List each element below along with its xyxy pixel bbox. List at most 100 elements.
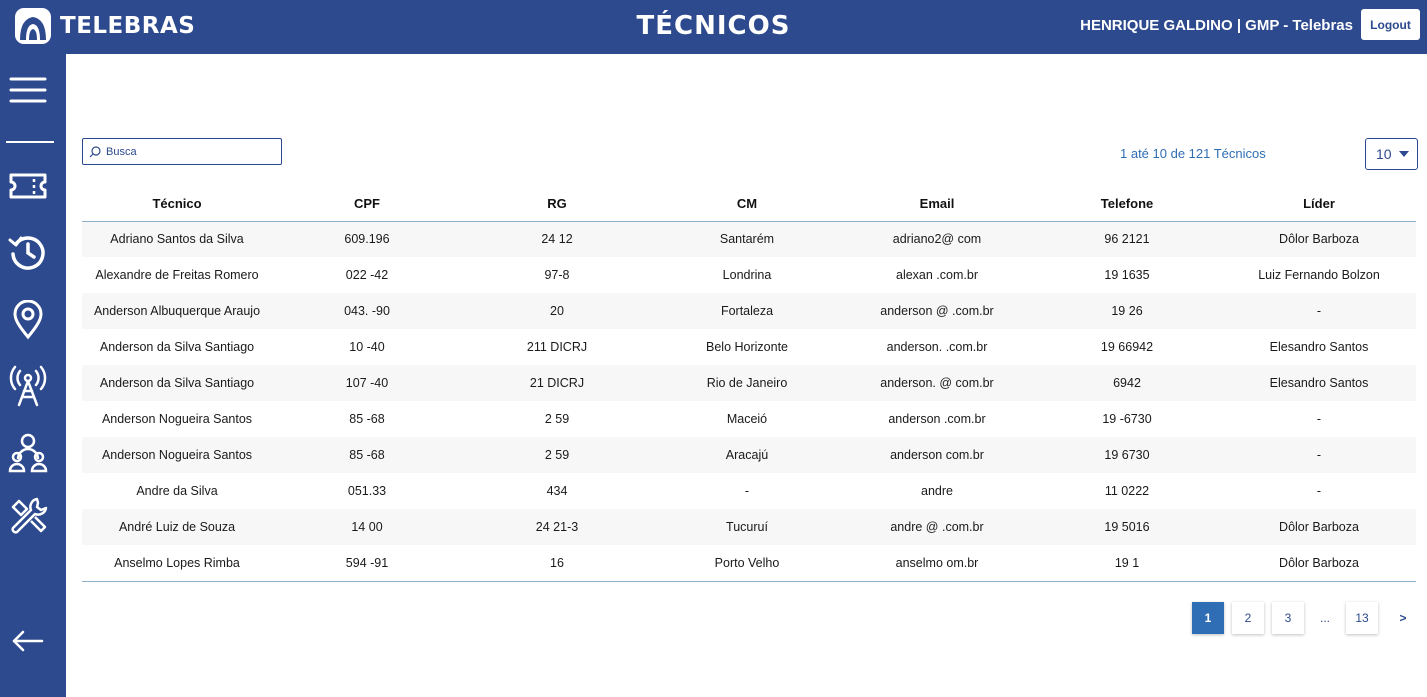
table-row[interactable]: Anderson Nogueira Santos 85 -68 2 59 Maceió… <box>82 401 1416 437</box>
cell-tecnico: Anselmo Lopes Rimba <box>82 545 272 582</box>
cell-telefone: 19 6730 <box>1032 437 1222 473</box>
cell-cpf: 85 -68 <box>349 412 385 426</box>
logout-button[interactable]: Logout <box>1361 9 1420 40</box>
table-row[interactable]: Anderson Albuquerque Araujo 043. -90 20 For… <box>82 293 1416 329</box>
column-header-cm[interactable]: CM <box>652 186 842 222</box>
cell-tecnico: Anderson da Silva Santiago <box>99 340 255 354</box>
column-header-lider[interactable]: Líder <box>1222 186 1416 222</box>
table-row[interactable]: Anselmo Lopes Rimba 594 -91 16 Porto Velho a… <box>82 545 1416 582</box>
cell-telefone: 19 1635 <box>1104 268 1150 282</box>
column-header-telefone[interactable]: Telefone <box>1032 186 1222 222</box>
cell-tecnico: Anderson Nogueira Santos <box>101 412 253 426</box>
cell-cm: Aracajú <box>652 437 842 473</box>
arrow-left-icon[interactable] <box>6 619 50 663</box>
sidebar-divider <box>6 141 54 143</box>
results-range: 1 até 10 de 121 Técnicos <box>1120 146 1266 161</box>
column-header-rg[interactable]: RG <box>462 186 652 222</box>
page-button-1[interactable]: 1 <box>1192 602 1224 634</box>
cell-cm: Tucuruí <box>652 509 842 545</box>
cell-cpf: 051.33 <box>347 484 387 498</box>
cell-tecnico: Anderson Albuquerque Araujo <box>82 293 272 329</box>
table-row[interactable]: Adriano Santos da Silva 609.196 24 12 Santa… <box>82 221 1416 257</box>
antenna-icon[interactable] <box>6 364 50 408</box>
cell-cm: Fortaleza <box>652 293 842 329</box>
cell-telefone: 19 1 <box>1032 545 1222 582</box>
page-button-13[interactable]: 13 <box>1346 602 1378 634</box>
tools-icon[interactable] <box>6 494 50 538</box>
table-body: Adriano Santos da Silva 609.196 24 12 Santa… <box>82 221 1416 582</box>
cell-email: andre @ .com.br <box>842 509 1032 545</box>
table-row[interactable]: Andre da Silva 051.33 434 - andre 11 0222 - <box>82 473 1416 509</box>
cell-lider: Dôlor Barboza <box>1222 545 1416 582</box>
caret-down-icon <box>1399 151 1409 157</box>
cell-cm: Porto Velho <box>652 545 842 582</box>
column-header-tecnico[interactable]: Técnico <box>82 186 272 222</box>
search-box[interactable] <box>82 138 282 165</box>
cell-email: alexan .com.br <box>896 268 978 282</box>
cell-email: adriano2@ com <box>842 221 1032 257</box>
cell-tecnico: André Luiz de Souza <box>82 509 272 545</box>
ticket-icon[interactable] <box>6 164 50 208</box>
cell-rg: 211 DICRJ <box>526 340 588 354</box>
brand-name: TELEBRAS <box>60 13 196 39</box>
cell-lider: Luiz Fernando Bolzon <box>1258 268 1380 282</box>
table-header-row: Técnico CPF RG CM Email Telefone Líder <box>82 186 1416 222</box>
cell-rg: 97-8 <box>544 268 570 282</box>
page-button-2[interactable]: 2 <box>1232 602 1264 634</box>
cell-cm: Santarém <box>652 221 842 257</box>
cell-lider: - <box>1316 484 1322 498</box>
cell-email: andre <box>921 484 953 498</box>
cell-tecnico: Adriano Santos da Silva <box>82 221 272 257</box>
cell-telefone: 96 2121 <box>1032 221 1222 257</box>
cell-email: anderson com.br <box>842 437 1032 473</box>
sidebar <box>0 54 66 697</box>
cell-lider: Dôlor Barboza <box>1222 221 1416 257</box>
cell-cpf: 022 -42 <box>345 268 389 282</box>
cell-lider: Dôlor Barboza <box>1222 509 1416 545</box>
cell-tecnico: Anderson Nogueira Santos <box>82 437 272 473</box>
next-page-button[interactable]: > <box>1387 602 1419 634</box>
table-row[interactable]: Anderson da Silva Santiago 107 -40 21 DICR… <box>82 365 1416 401</box>
cell-telefone: 6942 <box>1032 365 1222 401</box>
cell-rg: 2 59 <box>544 412 570 426</box>
brand[interactable]: TELEBRAS <box>14 7 195 45</box>
user-label: HENRIQUE GALDINO | GMP - Telebras <box>1080 17 1353 34</box>
cell-email: anselmo om.br <box>842 545 1032 582</box>
cell-email: anderson. @ com.br <box>842 365 1032 401</box>
search-icon <box>89 145 101 157</box>
column-header-email[interactable]: Email <box>842 186 1032 222</box>
cell-email: anderson. .com.br <box>886 340 988 354</box>
table-row[interactable]: André Luiz de Souza 14 00 24 21-3 Tucuruí an… <box>82 509 1416 545</box>
cell-telefone: 19 -6730 <box>1102 412 1152 426</box>
cell-cpf: 14 00 <box>272 509 462 545</box>
page-button-3[interactable]: 3 <box>1272 602 1304 634</box>
cell-cpf: 107 -40 <box>272 365 462 401</box>
table-row[interactable]: Anderson Nogueira Santos 85 -68 2 59 Aracaj… <box>82 437 1416 473</box>
cell-lider: Elesandro Santos <box>1222 365 1416 401</box>
cell-cpf: 85 -68 <box>272 437 462 473</box>
cell-email: anderson @ .com.br <box>842 293 1032 329</box>
menu-icon[interactable] <box>6 68 50 112</box>
history-icon[interactable] <box>6 230 50 274</box>
page-ellipsis: ... <box>1319 611 1330 625</box>
cell-lider: - <box>1222 437 1416 473</box>
cell-cpf: 609.196 <box>272 221 462 257</box>
search-input[interactable] <box>106 145 276 158</box>
cell-lider: - <box>1316 412 1322 426</box>
cell-tecnico: Anderson da Silva Santiago <box>82 365 272 401</box>
users-icon[interactable] <box>6 430 50 474</box>
column-header-cpf[interactable]: CPF <box>272 186 462 222</box>
cell-tecnico: Andre da Silva <box>136 484 218 498</box>
page-size-select[interactable]: 10 <box>1365 138 1418 170</box>
cell-rg: 24 21-3 <box>462 509 652 545</box>
table-row[interactable]: Alexandre de Freitas Romero 022 -42 97-8 Lo… <box>82 257 1416 293</box>
page-size-value: 10 <box>1376 146 1392 162</box>
location-pin-icon[interactable] <box>6 298 50 342</box>
cell-tecnico: Alexandre de Freitas Romero <box>95 268 259 282</box>
cell-telefone: 19 5016 <box>1032 509 1222 545</box>
cell-lider: - <box>1222 293 1416 329</box>
cell-cm: - <box>744 484 750 498</box>
cell-cpf: 043. -90 <box>272 293 462 329</box>
cell-cm: Londrina <box>722 268 772 282</box>
table-row[interactable]: Anderson da Silva Santiago 10 -40 211 DICR… <box>82 329 1416 365</box>
